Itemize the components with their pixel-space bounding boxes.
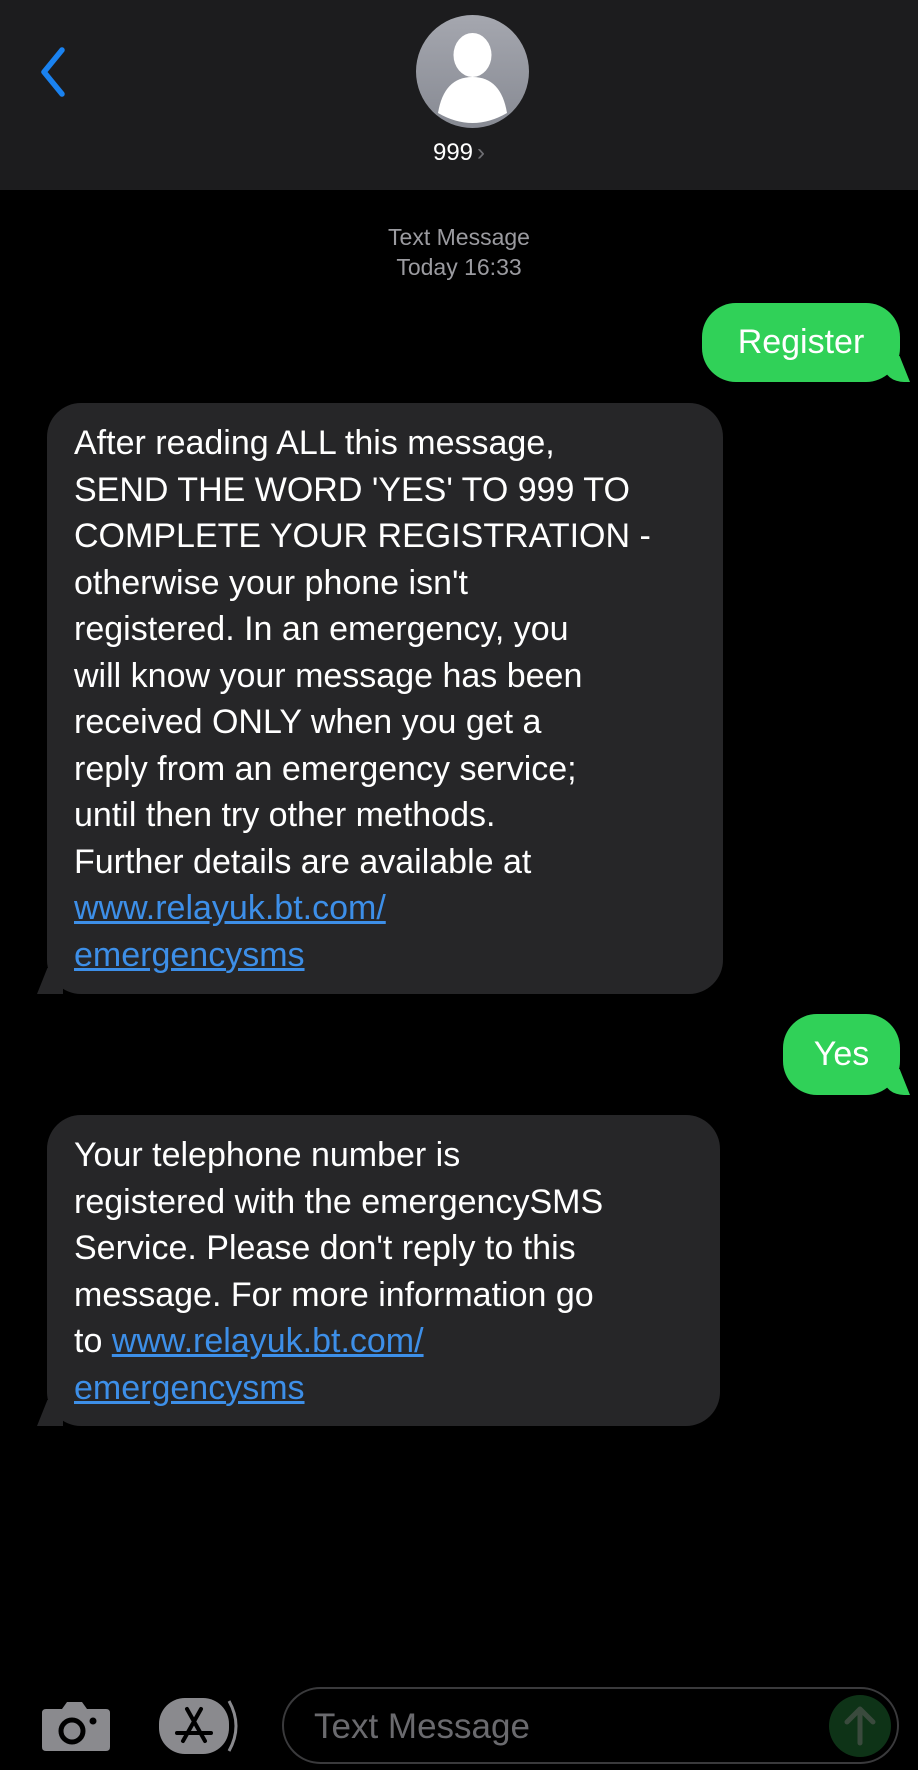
person-icon — [438, 33, 507, 123]
message-line: will know your message has been — [74, 656, 583, 695]
message-line: Your telephone number is — [74, 1136, 461, 1174]
message-line: reply from an emergency service; — [74, 749, 577, 788]
message-line: registered with the emergencySMS — [74, 1182, 604, 1221]
message-line: Service. Please don't reply to this — [74, 1229, 576, 1267]
service-label: Text Message — [388, 224, 530, 250]
message-outgoing[interactable]: Yes — [783, 1014, 900, 1095]
message-line: SEND THE WORD 'YES' TO 999 TO — [74, 470, 630, 509]
message-composer — [282, 1687, 899, 1764]
relayuk-link[interactable]: emergencysms — [74, 936, 305, 974]
message-timestamp: Text Message Today 16:33 — [0, 222, 918, 282]
message-line: After reading ALL this message, — [74, 424, 555, 462]
avatar[interactable] — [416, 15, 529, 128]
message-line: otherwise your phone isn't — [74, 563, 468, 602]
relayuk-link[interactable]: www.relayuk.bt.com/ — [112, 1322, 424, 1360]
relayuk-link[interactable]: emergencysms — [74, 1369, 305, 1407]
app-store-icon[interactable] — [159, 1695, 243, 1757]
message-input[interactable] — [312, 1689, 796, 1764]
camera-icon[interactable] — [42, 1699, 110, 1751]
chevron-right-icon: › — [477, 139, 486, 166]
message-line: until then try other methods. — [74, 796, 496, 834]
back-chevron-icon[interactable] — [36, 44, 72, 100]
send-button[interactable] — [829, 1695, 891, 1757]
relayuk-link[interactable]: www.relayuk.bt.com/ — [74, 889, 386, 927]
contact-name-button[interactable]: 999 › — [0, 139, 918, 167]
message-line: received ONLY when you get a — [74, 703, 542, 741]
message-incoming[interactable]: Your telephone number is registered with… — [47, 1115, 720, 1426]
message-text: Register — [737, 323, 865, 361]
message-line: registered. In an emergency, you — [74, 610, 569, 648]
message-line: Further details are available at — [74, 842, 532, 881]
arrow-up-icon — [844, 1706, 876, 1746]
message-text: to — [74, 1322, 112, 1360]
message-text: Yes — [813, 1035, 870, 1073]
conversation-header: 999 › — [0, 0, 918, 190]
contact-name: 999 — [432, 139, 474, 166]
message-line: message. For more information go — [74, 1275, 594, 1314]
message-line: COMPLETE YOUR REGISTRATION - — [74, 517, 651, 555]
time-label: Today 16:33 — [396, 254, 522, 280]
message-outgoing[interactable]: Register — [702, 303, 900, 382]
message-incoming[interactable]: After reading ALL this message, SEND THE… — [47, 403, 723, 994]
